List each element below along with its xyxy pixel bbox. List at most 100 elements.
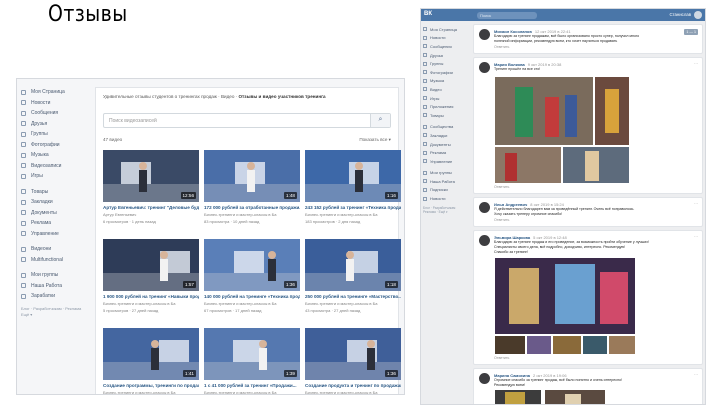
video-title[interactable]: Создание продукта и тренинг по продажам.… (305, 383, 401, 388)
vk-logo[interactable]: ВК (424, 11, 432, 17)
sidebar-item[interactable]: Группы (17, 129, 89, 140)
sidebar-item[interactable]: Multifunctional (17, 255, 89, 266)
sidebar-item[interactable]: Видеозаписи (17, 161, 89, 172)
sidebar-item[interactable]: Новости (423, 34, 471, 43)
video-thumbnail[interactable]: 1:41 (103, 328, 199, 380)
video-card[interactable]: 1:41 Создание программы, тренинги по прод… (103, 328, 199, 394)
video-author[interactable]: Бизнес-тренинги и мастер-классы в Ба (204, 390, 300, 394)
footer-link[interactable]: Ещё ▾ (21, 312, 89, 318)
sidebar-item[interactable]: Мои группы (423, 169, 471, 178)
reply-link[interactable]: Ответить (494, 45, 697, 49)
sidebar-item[interactable]: Фотографии (17, 140, 89, 151)
sidebar-item[interactable]: Моя Страница (423, 25, 471, 34)
video-title[interactable]: 1 с 41 000 рублей за тренинг «Продажи... (204, 383, 300, 388)
sidebar-item[interactable]: Видео (423, 85, 471, 94)
avatar[interactable] (694, 11, 702, 19)
avatar[interactable] (479, 202, 490, 214)
video-card[interactable]: 1:57 1 900 000 рублей на тренинг «Навыки … (103, 239, 199, 322)
video-author[interactable]: Бизнес-тренинги и мастер-классы в Ба (305, 212, 401, 217)
video-title[interactable]: 1 900 000 рублей на тренинг «Навыки прод… (103, 294, 199, 299)
avatar[interactable] (479, 373, 490, 385)
sidebar-item[interactable]: Друзья (17, 119, 89, 130)
post-photos[interactable] (495, 77, 629, 184)
sidebar-item[interactable]: Группы (423, 59, 471, 68)
reply-link[interactable]: Ответить (494, 356, 697, 360)
sidebar-item[interactable]: Закладки (17, 197, 89, 208)
video-thumbnail[interactable]: 1:16 (305, 150, 401, 202)
pager-badge[interactable]: 1 — 1 (684, 29, 698, 35)
sidebar-item[interactable]: Сообщества (423, 123, 471, 132)
sidebar-item[interactable]: Товары (17, 187, 89, 198)
video-title[interactable]: 250 000 рублей на тренинге «Мастерство..… (305, 294, 401, 299)
sidebar-item[interactable]: Подписки (423, 186, 471, 195)
sidebar-item[interactable]: Фотографии (423, 68, 471, 77)
sidebar-item[interactable]: Новости (423, 194, 471, 203)
sort-dropdown[interactable]: Показать все ▾ (359, 137, 391, 144)
more-icon[interactable]: ··· (694, 201, 698, 206)
video-thumbnail[interactable]: 12:56 (103, 150, 199, 202)
avatar[interactable] (479, 62, 490, 74)
video-card[interactable]: 1:39 1 с 41 000 рублей за тренинг «Продаж… (204, 328, 300, 394)
breadcrumb-path[interactable]: Удивительные отзывы студентов о тренинга… (103, 94, 238, 99)
video-author[interactable]: Бизнес-тренинги и мастер-классы в Ба (204, 212, 300, 217)
sidebar-item[interactable]: Товары (423, 111, 471, 120)
sidebar-item[interactable]: Реклама (423, 148, 471, 157)
sidebar-item[interactable]: Музыка (423, 77, 471, 86)
sidebar-item[interactable]: Сообщения (423, 42, 471, 51)
video-author[interactable]: Бизнес-тренинги и мастер-классы в Ба (103, 301, 199, 306)
sidebar-item[interactable]: Видеони (17, 244, 89, 255)
footer-link[interactable]: Блог · Разработчикам · Реклама (21, 306, 89, 312)
video-card[interactable]: 12:56 Артур Евгеньевич: тренинг "Деловые … (103, 150, 199, 233)
more-icon[interactable]: ··· (694, 372, 698, 377)
user-name[interactable]: Станислав (669, 12, 691, 17)
sidebar-item[interactable]: Документы (17, 208, 89, 219)
top-search-input[interactable]: Поиск (477, 11, 537, 19)
video-title[interactable]: Создание программы, тренинги по продажам… (103, 383, 199, 388)
video-author[interactable]: Бизнес-тренинги и мастер-классы в Ба (204, 301, 300, 306)
post-photos[interactable] (495, 258, 635, 355)
video-title[interactable]: Артур Евгеньевич: тренинг "Деловые буд..… (103, 205, 199, 210)
sidebar-item[interactable]: Друзья (423, 51, 471, 60)
video-thumbnail[interactable]: 1:48 (204, 150, 300, 202)
video-card[interactable]: 1:18 250 000 рублей на тренинге «Мастерст… (305, 239, 401, 322)
video-thumbnail[interactable]: 1:39 (204, 328, 300, 380)
video-card[interactable]: 1:48 172 000 рублей за отработанные прода… (204, 150, 300, 233)
sidebar-item[interactable]: Сообщения (17, 108, 89, 119)
video-author[interactable]: Бизнес-тренинги и мастер-классы в Ба (103, 390, 199, 394)
reply-link[interactable]: Ответить (494, 218, 697, 222)
avatar[interactable] (479, 29, 490, 40)
video-card[interactable]: 1:16 243 152 рублей за тренинг «Техника п… (305, 150, 401, 233)
more-icon[interactable]: ··· (694, 61, 698, 66)
sidebar-item[interactable]: Игры (17, 171, 89, 182)
video-thumbnail[interactable]: 1:57 (103, 239, 199, 291)
reply-link[interactable]: Ответить (494, 185, 697, 189)
avatar[interactable] (479, 235, 490, 247)
more-icon[interactable]: ··· (694, 234, 698, 239)
sidebar-item[interactable]: Реклама (17, 218, 89, 229)
video-author[interactable]: Бизнес-тренинги и мастер-классы в Ба (305, 390, 401, 394)
sidebar-item[interactable]: Приложения (423, 102, 471, 111)
sidebar-item[interactable]: Мои группы (17, 270, 89, 281)
video-author[interactable]: Артур Евгеньевич (103, 212, 199, 217)
video-thumbnail[interactable]: 1:36 (305, 328, 401, 380)
sidebar-item[interactable]: Наша Работа (17, 281, 89, 292)
search-icon[interactable]: ⌕ (370, 114, 390, 127)
video-search-input[interactable]: Поиск видеозаписей ⌕ (103, 113, 391, 128)
video-title[interactable]: 172 000 рублей за отработанные продажи..… (204, 205, 300, 210)
sidebar-item[interactable]: Закладки (423, 131, 471, 140)
video-card[interactable]: 1:36 Создание продукта и тренинг по прода… (305, 328, 401, 394)
sidebar-item[interactable]: Управление (423, 157, 471, 166)
sidebar-item[interactable]: Новости (17, 98, 89, 109)
breadcrumb[interactable]: Удивительные отзывы студентов о тренинга… (103, 94, 391, 102)
video-title[interactable]: 140 000 рублей на тренинге «Техника прод… (204, 294, 300, 299)
video-thumbnail[interactable]: 1:36 (204, 239, 300, 291)
sidebar-item[interactable]: Документы (423, 140, 471, 149)
post-photos[interactable] (495, 390, 615, 404)
sidebar-item[interactable]: Зарабатки (17, 291, 89, 302)
sidebar-item[interactable]: Моя Страница (17, 87, 89, 98)
sidebar-item[interactable]: Наша Работа (423, 177, 471, 186)
video-thumbnail[interactable]: 1:18 (305, 239, 401, 291)
video-card[interactable]: 1:36 140 000 рублей на тренинге «Техника … (204, 239, 300, 322)
footer-link[interactable]: Реклама · Ещё ▾ (423, 210, 471, 214)
sidebar-item[interactable]: Управление (17, 229, 89, 240)
